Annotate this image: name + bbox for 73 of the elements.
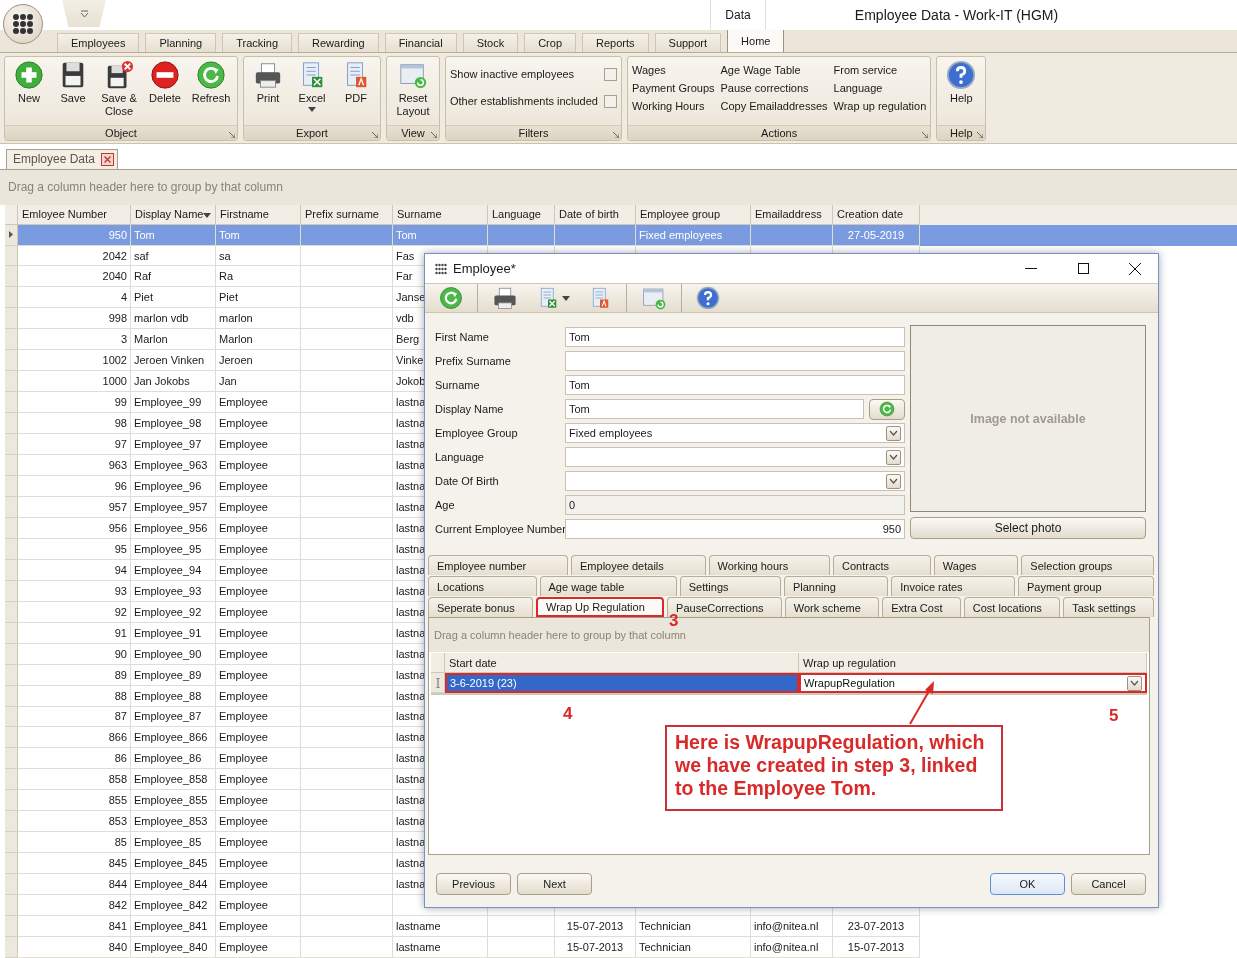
table-cell: 15-07-2013 [555, 937, 636, 958]
table-cell: Employee_957 [131, 496, 216, 518]
table-cell: Employee_94 [131, 559, 216, 581]
table-cell: 93 [18, 580, 131, 602]
table-cell: Employee_956 [131, 517, 216, 539]
table-cell: 841 [18, 916, 131, 937]
table-cell: Fixed employees [636, 224, 751, 246]
table-cell: 23-07-2013 [833, 916, 920, 937]
group-title: Export [296, 126, 328, 139]
table-cell: 95 [18, 538, 131, 560]
group-hint: Drag a column header here to group by that column [8, 180, 283, 195]
table-cell: Employee [216, 559, 301, 581]
group-title: Filters [518, 126, 549, 139]
filter-label: Other establishments included [450, 95, 598, 108]
table-cell: Employee [216, 517, 301, 539]
table-cell: Employee [216, 580, 301, 602]
table-cell: 840 [18, 937, 131, 958]
table-cell: Employee_90 [131, 643, 216, 665]
group-title: Actions [761, 126, 798, 139]
table-cell: 956 [18, 517, 131, 539]
table-cell: Tom [393, 224, 488, 246]
table-cell: Employee_88 [131, 685, 216, 707]
group-title: Help [949, 126, 973, 139]
table-cell: Employee_91 [131, 622, 216, 644]
table-cell: Employee [216, 476, 301, 497]
no-image-text: Image not available [970, 411, 1086, 426]
annotation-callout: Here is WrapupRegulation, which we have created in step 3, linked to the Employee Tom. [665, 725, 1003, 811]
table-cell: 96 [18, 476, 131, 497]
table-cell: Employee_95 [131, 538, 216, 560]
table-cell: 15-07-2013 [555, 916, 636, 937]
table-cell: Employee [216, 643, 301, 665]
table-cell: 950 [18, 224, 131, 246]
table-cell: 90 [18, 643, 131, 665]
table-cell: Employee_96 [131, 476, 216, 497]
table-cell: Employee_92 [131, 601, 216, 623]
table-cell: Employee [216, 601, 301, 623]
table-cell: info@nitea.nl [751, 937, 833, 958]
table-cell: Employee [216, 538, 301, 560]
table-cell: Employee_93 [131, 580, 216, 602]
table-cell: Employee [216, 916, 301, 937]
table-cell: Employee [216, 622, 301, 644]
table-cell: info@nitea.nl [751, 916, 833, 937]
table-cell: Employee_89 [131, 664, 216, 686]
table-cell: 92 [18, 601, 131, 623]
table-cell: 957 [18, 496, 131, 518]
table-cell: Employee [216, 685, 301, 707]
table-cell: 27-05-2019 [833, 224, 920, 246]
table-cell: 15-07-2013 [833, 937, 920, 958]
table-cell: 91 [18, 622, 131, 644]
step-number: 5 [1109, 706, 1119, 726]
field-label: Surname [435, 379, 481, 391]
field-label: First Name [435, 331, 490, 343]
table-cell: Tom [216, 224, 301, 246]
context-tab-label: Data [710, 0, 766, 30]
table-cell: Technician [636, 916, 751, 937]
step-number: 4 [563, 704, 573, 724]
table-cell: 89 [18, 664, 131, 686]
table-cell: Employee [216, 664, 301, 686]
window-title: Employee Data - Work-IT (HGM) [853, 5, 1060, 25]
table-cell: lastname [393, 916, 488, 937]
table-cell: Employee_840 [131, 937, 216, 958]
table-cell: 88 [18, 685, 131, 707]
table-cell: 94 [18, 559, 131, 581]
table-cell: Tom [131, 224, 216, 246]
group-title: Object [105, 126, 137, 139]
table-cell: Employee_841 [131, 916, 216, 937]
table-cell: Technician [636, 937, 751, 958]
table-cell: Employee [216, 496, 301, 518]
group-title: View [401, 126, 425, 139]
field-label: Age [435, 499, 456, 511]
filter-label: Show inactive employees [450, 68, 575, 81]
table-cell: lastname [393, 937, 488, 958]
table-cell: Employee [216, 937, 301, 958]
